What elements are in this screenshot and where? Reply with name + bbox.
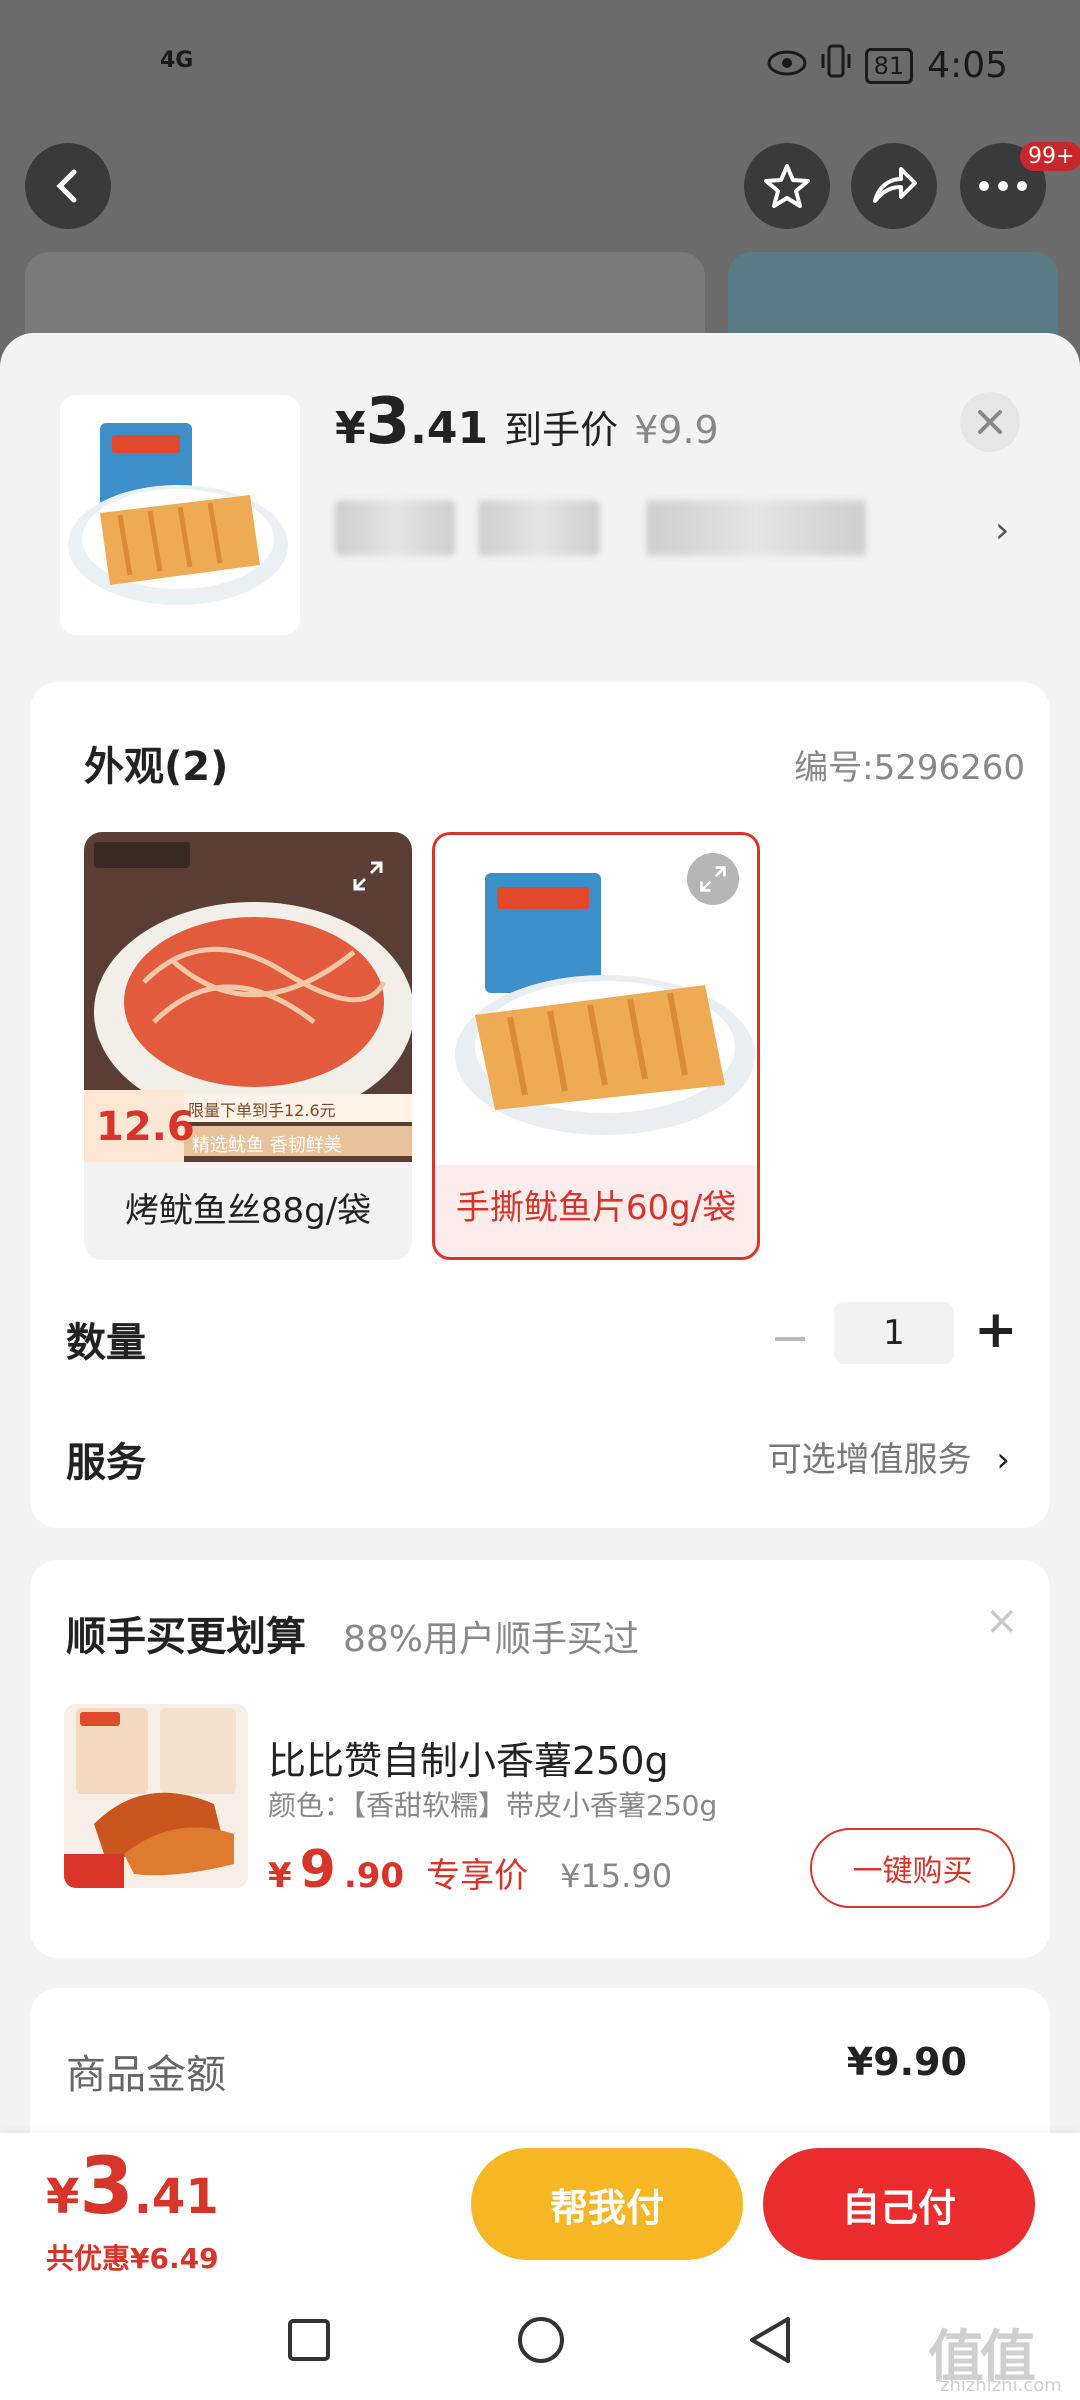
promo-tag: 限量下单到手12.6元 xyxy=(188,1101,336,1120)
subtotal-label: 商品金额 xyxy=(66,2052,226,2098)
pay-myself-button[interactable]: 自己付 xyxy=(763,2148,1035,2260)
price-tag: 到手价 xyxy=(504,408,619,452)
upsell-price: ¥9.90 专享价 ¥15.90 xyxy=(268,1840,673,1900)
service-label: 服务 xyxy=(66,1440,146,1486)
watermark-url: zhizhizhi.com xyxy=(940,2375,1062,2396)
upsell-thumbnail[interactable] xyxy=(64,1704,248,1888)
variant-option-squid-slices[interactable]: 手撕鱿鱼片60g/袋 xyxy=(432,832,760,1260)
vibrate-icon xyxy=(821,44,851,87)
upsell-close-button[interactable]: × xyxy=(985,1598,1019,1644)
eye-icon xyxy=(767,45,807,86)
system-back-button[interactable] xyxy=(740,2310,800,2370)
blurred-address xyxy=(478,500,600,556)
expand-icon[interactable] xyxy=(687,853,739,905)
service-selector[interactable]: 可选增值服务 › xyxy=(768,1432,1010,1481)
status-bar: 4G 81 4:05 xyxy=(0,0,1080,130)
blurred-address xyxy=(646,500,866,556)
more-badge: 99+ xyxy=(1020,142,1080,171)
service-value: 可选增值服务 xyxy=(767,1440,972,1480)
chevron-right-icon: › xyxy=(996,1440,1010,1480)
back-button[interactable] xyxy=(25,143,111,229)
upsell-item-attribute: 颜色：【香甜软糯】带皮小香薯250g xyxy=(268,1789,718,1822)
clock: 4:05 xyxy=(927,45,1008,86)
recents-button[interactable] xyxy=(279,2310,339,2370)
appearance-label: 外观(2) xyxy=(84,744,229,790)
expand-icon[interactable] xyxy=(342,850,394,902)
close-button[interactable] xyxy=(960,392,1020,452)
home-button[interactable] xyxy=(511,2310,571,2370)
upsell-title: 顺手买更划算 xyxy=(66,1614,306,1660)
upsell-subtitle: 88%用户顺手买过 xyxy=(343,1619,640,1660)
chevron-left-icon xyxy=(56,169,77,203)
quantity-decrease-button[interactable]: − xyxy=(770,1310,810,1366)
favorite-button[interactable] xyxy=(744,143,830,229)
upsell-item-name: 比比赞自制小香薯250g xyxy=(268,1739,669,1783)
upsell-price-tag: 专享价 xyxy=(426,1856,529,1896)
quantity-label: 数量 xyxy=(66,1320,146,1366)
status-right: 81 4:05 xyxy=(767,44,1008,87)
triangle-back-icon xyxy=(750,2317,790,2363)
subtotal-value: ¥9.90 xyxy=(846,2040,967,2084)
promo-line: 精选鱿鱼 香韧鲜美 xyxy=(192,1135,342,1156)
upsell-original-price: ¥15.90 xyxy=(560,1857,673,1895)
square-icon xyxy=(288,2319,330,2361)
variant-label: 烤鱿鱼丝88g/袋 xyxy=(124,1191,372,1231)
final-price: ¥3.41 xyxy=(46,2142,219,2232)
blurred-address xyxy=(335,500,455,556)
total-discount: 共优惠¥6.49 xyxy=(46,2242,219,2275)
signal-indicator: 4G xyxy=(160,48,194,73)
quantity-increase-button[interactable]: + xyxy=(974,1300,1018,1360)
circle-icon xyxy=(518,2317,564,2363)
more-dots-icon xyxy=(979,181,1027,191)
variant-label: 手撕鱿鱼片60g/袋 xyxy=(455,1188,737,1228)
star-icon xyxy=(764,164,810,208)
variant-option-squid-shreds[interactable]: 12.6 限量下单到手12.6元 精选鱿鱼 香韧鲜美 烤鱿鱼丝88g/袋 xyxy=(84,832,412,1260)
product-thumbnail[interactable] xyxy=(60,395,300,635)
share-icon xyxy=(873,167,917,203)
share-button[interactable] xyxy=(851,143,937,229)
promo-price: 12.6 xyxy=(96,1104,195,1150)
battery-indicator: 81 xyxy=(864,47,914,84)
original-price: ¥9.9 xyxy=(634,408,719,452)
help-me-pay-button[interactable]: 帮我付 xyxy=(471,2148,743,2260)
price-row: ¥3.41 到手价 ¥9.9 xyxy=(335,385,719,459)
quantity-input[interactable]: 1 xyxy=(834,1302,954,1364)
close-icon xyxy=(978,410,1002,434)
one-click-buy-button[interactable]: 一键购买 xyxy=(810,1828,1015,1908)
sku-code: 编号:5296260 xyxy=(794,748,1025,788)
chevron-right-icon[interactable]: › xyxy=(995,510,1009,551)
price-amount: ¥3.41 xyxy=(335,385,489,459)
